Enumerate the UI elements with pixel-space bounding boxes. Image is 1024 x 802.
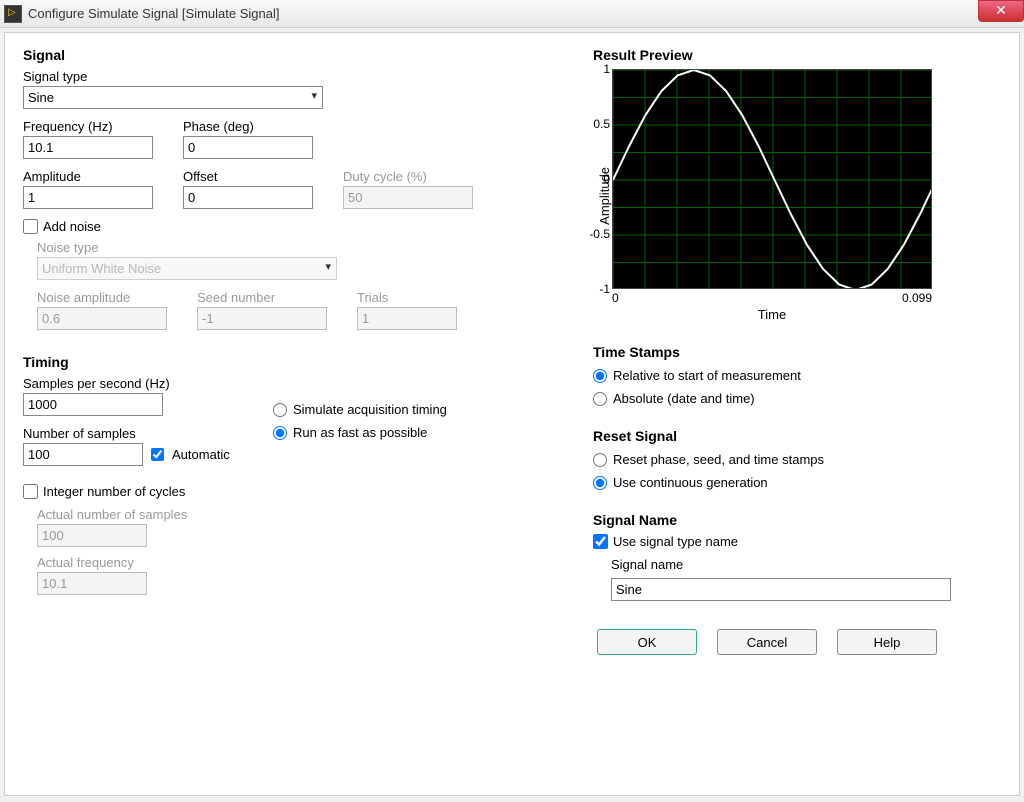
add-noise-checkbox[interactable] — [23, 219, 38, 234]
dialog-buttons: OK Cancel Help — [593, 629, 1001, 655]
chart-xticks: 0 0.099 — [612, 291, 932, 305]
samples-per-second-label: Samples per second (Hz) — [23, 376, 233, 391]
chart-canvas — [612, 69, 932, 289]
frequency-label: Frequency (Hz) — [23, 119, 153, 134]
noise-amplitude-label: Noise amplitude — [37, 290, 167, 305]
reset-phase-label: Reset phase, seed, and time stamps — [613, 452, 824, 467]
signal-name-input[interactable] — [611, 578, 951, 601]
duty-cycle-label: Duty cycle (%) — [343, 169, 473, 184]
frequency-input[interactable] — [23, 136, 153, 159]
signal-name-heading: Signal Name — [593, 512, 1001, 528]
run-fast-radio[interactable] — [273, 426, 287, 440]
noise-type-select: Uniform White Noise — [37, 257, 337, 280]
phase-label: Phase (deg) — [183, 119, 313, 134]
signal-heading: Signal — [23, 47, 563, 63]
title-bar: Configure Simulate Signal [Simulate Sign… — [0, 0, 1024, 28]
integer-cycles-checkbox[interactable] — [23, 484, 38, 499]
signal-type-select[interactable]: Sine — [23, 86, 323, 109]
timestamps-heading: Time Stamps — [593, 344, 1001, 360]
timestamps-relative-label: Relative to start of measurement — [613, 368, 801, 383]
close-button[interactable]: ✕ — [978, 0, 1024, 22]
use-signal-type-name-checkbox[interactable] — [593, 534, 608, 549]
help-button[interactable]: Help — [837, 629, 937, 655]
amplitude-input[interactable] — [23, 186, 153, 209]
actual-frequency-label: Actual frequency — [37, 555, 563, 570]
result-preview-chart: Amplitude 1 0.5 0 -0.5 -1 0 0.099 Time — [593, 69, 1001, 322]
chart-xlabel: Time — [612, 307, 932, 322]
continuous-generation-radio[interactable] — [593, 476, 607, 490]
simulate-timing-label: Simulate acquisition timing — [293, 402, 447, 417]
number-of-samples-label: Number of samples — [23, 426, 233, 441]
trials-input — [357, 307, 457, 330]
amplitude-label: Amplitude — [23, 169, 153, 184]
phase-input[interactable] — [183, 136, 313, 159]
timestamps-relative-radio[interactable] — [593, 369, 607, 383]
offset-label: Offset — [183, 169, 313, 184]
add-noise-label: Add noise — [43, 219, 101, 234]
seed-number-input — [197, 307, 327, 330]
integer-cycles-label: Integer number of cycles — [43, 484, 185, 499]
timing-heading: Timing — [23, 354, 563, 370]
continuous-generation-label: Use continuous generation — [613, 475, 768, 490]
automatic-checkbox[interactable] — [151, 448, 164, 461]
signal-name-label: Signal name — [611, 557, 1001, 572]
dialog-body: Signal Signal type Sine Frequency (Hz) P… — [4, 32, 1020, 796]
use-signal-type-name-label: Use signal type name — [613, 534, 738, 549]
right-column: Result Preview Amplitude 1 0.5 0 -0.5 -1… — [593, 47, 1001, 781]
ok-button[interactable]: OK — [597, 629, 697, 655]
noise-type-label: Noise type — [37, 240, 563, 255]
actual-samples-input — [37, 524, 147, 547]
seed-number-label: Seed number — [197, 290, 327, 305]
timestamps-absolute-radio[interactable] — [593, 392, 607, 406]
timestamps-absolute-label: Absolute (date and time) — [613, 391, 755, 406]
offset-input[interactable] — [183, 186, 313, 209]
simulate-timing-radio[interactable] — [273, 403, 287, 417]
left-column: Signal Signal type Sine Frequency (Hz) P… — [23, 47, 563, 781]
cancel-button[interactable]: Cancel — [717, 629, 817, 655]
automatic-label: Automatic — [172, 447, 230, 462]
number-of-samples-input[interactable] — [23, 443, 143, 466]
duty-cycle-input — [343, 186, 473, 209]
app-icon — [4, 5, 22, 23]
reset-signal-heading: Reset Signal — [593, 428, 1001, 444]
result-preview-heading: Result Preview — [593, 47, 1001, 63]
window-title: Configure Simulate Signal [Simulate Sign… — [28, 6, 279, 21]
signal-type-label: Signal type — [23, 69, 563, 84]
chart-yticks: 1 0.5 0 -0.5 -1 — [580, 69, 610, 289]
trials-label: Trials — [357, 290, 457, 305]
actual-frequency-input — [37, 572, 147, 595]
run-fast-label: Run as fast as possible — [293, 425, 427, 440]
samples-per-second-input[interactable] — [23, 393, 163, 416]
actual-samples-label: Actual number of samples — [37, 507, 563, 522]
reset-phase-radio[interactable] — [593, 453, 607, 467]
noise-amplitude-input — [37, 307, 167, 330]
